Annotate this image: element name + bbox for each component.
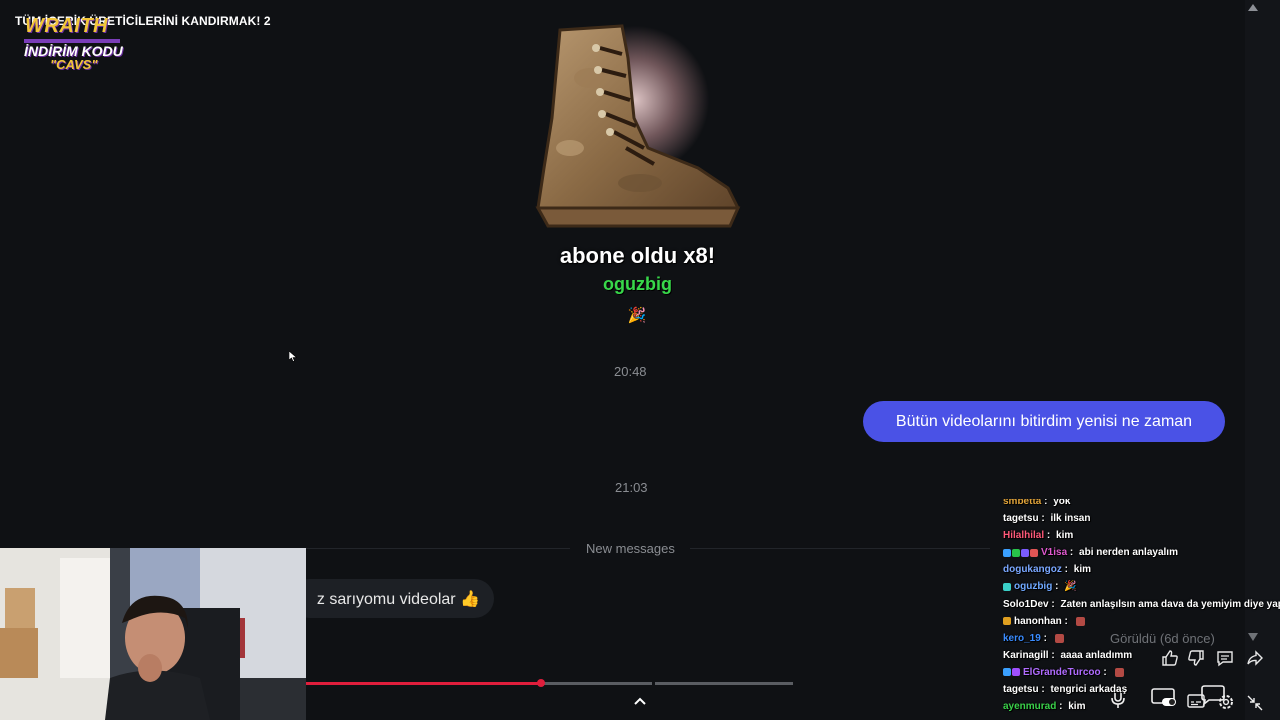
chat-message: kero_19 : xyxy=(1003,630,1280,647)
chat-message: tagetsu : tengrici arkadaş xyxy=(1003,681,1280,698)
chat-text: ilk insan xyxy=(1047,513,1091,525)
divider xyxy=(690,548,990,549)
chat-separator: : xyxy=(1061,615,1068,627)
chat-username: ayenmurad xyxy=(1003,701,1057,713)
badge-icon xyxy=(1012,548,1020,557)
badge-icon xyxy=(1030,548,1038,557)
badge-icon xyxy=(1003,548,1011,557)
chat-separator: : xyxy=(1056,701,1063,713)
chat-message: smbetta : yok xyxy=(1003,499,1280,510)
chapter-gap xyxy=(652,682,655,685)
stream-chat: smbetta : yok tagetsu : ilk insan Hilalhil… xyxy=(1003,499,1280,720)
chat-separator: : xyxy=(1048,598,1055,610)
chat-username: dogukangoz xyxy=(1003,564,1062,576)
badge-icon xyxy=(1021,548,1029,557)
chat-text: kim xyxy=(1065,701,1086,713)
emote-icon xyxy=(1075,616,1085,626)
chat-separator: : xyxy=(1041,499,1048,507)
chat-separator: : xyxy=(1048,649,1055,661)
chat-message: ElGrandeTurcoo : xyxy=(1003,664,1280,681)
chat-username: Hilalhilal xyxy=(1003,530,1045,542)
badge-icon xyxy=(1003,668,1011,677)
mouse-cursor-icon xyxy=(289,351,297,362)
chat-text: kim xyxy=(1071,564,1092,576)
chat-username: kero_19 xyxy=(1003,632,1041,644)
chat-message: dogukangoz : kim xyxy=(1003,561,1280,578)
chat-username: Solo1Dev xyxy=(1003,598,1049,610)
chat-username: oguzbig xyxy=(1014,581,1053,593)
chat-text: tengrici arkadaş xyxy=(1047,684,1128,696)
chat-username: ElGrandeTurcoo xyxy=(1023,666,1101,678)
chat-text: abi nerden anlayalım xyxy=(1076,547,1178,559)
chat-username: hanonhan xyxy=(1014,615,1062,627)
chat-text xyxy=(1071,613,1074,630)
chat-message: tagetsu : ilk insan xyxy=(1003,510,1280,527)
badge-icon xyxy=(1003,617,1011,626)
sponsor-brand: WRAITH xyxy=(25,15,108,37)
chat-separator: : xyxy=(1038,513,1045,525)
chevron-up-icon[interactable] xyxy=(631,693,649,709)
webcam-feed xyxy=(0,548,306,720)
chat-username: tagetsu xyxy=(1003,513,1039,525)
chat-badges xyxy=(1003,548,1038,557)
chat-username: V1isa xyxy=(1041,547,1068,559)
video-progress-fill xyxy=(306,682,541,685)
message-timestamp: 21:03 xyxy=(615,480,648,495)
chat-separator: : xyxy=(1061,564,1068,576)
sponsor-logo: WRAITH İNDİRİM KODU "CAVS" xyxy=(22,14,126,74)
chat-text: kim xyxy=(1053,530,1074,542)
incoming-message-bubble[interactable]: z sarıyomu videolar 👍 xyxy=(290,579,494,618)
party-popper-icon: 🎉 xyxy=(627,307,647,324)
chat-text xyxy=(1110,664,1113,681)
chat-separator: : xyxy=(1100,666,1107,678)
chat-separator: : xyxy=(1067,547,1074,559)
chat-text xyxy=(1050,630,1053,647)
chat-badges xyxy=(1003,583,1011,592)
chat-message: ayenmurad : kim xyxy=(1003,698,1280,715)
chat-separator: : xyxy=(1044,530,1051,542)
chat-text: aaaa anladımm xyxy=(1057,649,1133,661)
chat-message: hanonhan : xyxy=(1003,613,1280,630)
boot-icon xyxy=(535,24,741,228)
emote-icon xyxy=(1054,633,1064,643)
chat-message: Karinagill : aaaa anladımm xyxy=(1003,647,1280,664)
new-messages-divider-label: New messages xyxy=(586,541,675,556)
badge-icon xyxy=(1012,668,1020,677)
chat-separator: : xyxy=(1038,684,1045,696)
chat-text: Zaten anlaşılsın ama dava da yemiyim diy… xyxy=(1057,598,1280,610)
chat-message: V1isa : abi nerden anlayalım xyxy=(1003,544,1280,561)
chat-text: yok xyxy=(1050,499,1071,507)
sponsor-code: "CAVS" xyxy=(50,57,98,72)
chat-badges xyxy=(1003,668,1020,677)
video-progress-handle[interactable] xyxy=(537,679,545,687)
chat-message: Hilalhilal : kim xyxy=(1003,527,1280,544)
chat-message: oguzbig : 🎉 xyxy=(1003,578,1280,595)
alert-event-text: abone oldu x8! xyxy=(559,243,716,268)
badge-icon xyxy=(1003,583,1011,592)
outgoing-message-bubble[interactable]: Bütün videolarını bitirdim yenisi ne zam… xyxy=(863,401,1225,442)
scroll-up-arrow-icon[interactable] xyxy=(1246,1,1260,13)
chat-message: Solo1Dev : Zaten anlaşılsın ama dava da … xyxy=(1003,596,1280,613)
chat-username: smbetta xyxy=(1003,499,1042,507)
chat-text: 🎉 xyxy=(1061,581,1077,593)
emote-icon xyxy=(1114,667,1124,677)
chat-separator: : xyxy=(1040,632,1047,644)
chat-badges xyxy=(1003,617,1011,626)
alert-username: oguzbig xyxy=(603,274,672,294)
chat-username: Karinagill xyxy=(1003,649,1049,661)
chat-username: tagetsu xyxy=(1003,684,1039,696)
chat-separator: : xyxy=(1052,581,1059,593)
message-timestamp: 20:48 xyxy=(614,364,647,379)
